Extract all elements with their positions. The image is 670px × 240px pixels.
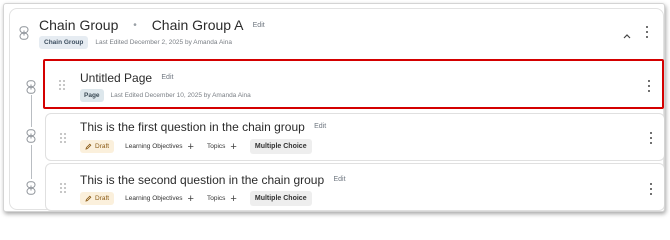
chain-group-badge: Chain Group: [39, 36, 89, 49]
chain-link-icon: [25, 129, 37, 143]
chain-connector-line: [31, 145, 32, 179]
question-meta: Draft Learning Objectives + Topics + Mul…: [80, 139, 312, 154]
chevron-up-icon[interactable]: [622, 27, 632, 39]
page-title: Untitled Page Edit: [80, 71, 173, 85]
chain-link-icon: [18, 26, 30, 40]
pencil-icon: [85, 195, 92, 202]
add-learning-objective-button[interactable]: +: [188, 193, 194, 204]
question-title: This is the first question in the chain …: [80, 120, 326, 134]
draft-status-text: Draft: [95, 143, 110, 150]
page-title-text: Untitled Page: [80, 71, 153, 85]
topics-label: Topics: [206, 143, 226, 150]
add-topic-button[interactable]: +: [230, 141, 236, 152]
chain-group-kind-title: Chain Group: [39, 17, 119, 33]
page-meta: Page Last Edited December 10, 2025 by Am…: [80, 89, 251, 102]
chain-group-meta: Chain Group Last Edited December 2, 2025…: [39, 36, 232, 49]
chain-group-name: Chain Group A: [151, 17, 243, 33]
drag-handle-icon[interactable]: [59, 80, 65, 90]
question-title: This is the second question in the chain…: [80, 173, 346, 187]
add-topic-button[interactable]: +: [230, 193, 236, 204]
learning-objectives-label: Learning Objectives: [125, 195, 183, 202]
draft-status-badge: Draft: [80, 192, 115, 205]
chain-item-question-card[interactable]: This is the first question in the chain …: [45, 113, 664, 161]
draft-status-badge: Draft: [80, 140, 115, 153]
chain-group-edit-link[interactable]: Edit: [253, 22, 265, 29]
screenshot-frame: Chain Group • Chain Group A Edit Chain G…: [3, 3, 665, 212]
chain-group-last-edited: Last Edited December 2, 2025 by Amanda A…: [95, 39, 232, 46]
title-separator: •: [133, 20, 137, 31]
learning-objectives-label: Learning Objectives: [125, 143, 183, 150]
chain-item-page-card[interactable]: Untitled Page Edit Page Last Edited Dece…: [43, 59, 664, 109]
chain-group-title: Chain Group • Chain Group A Edit: [39, 17, 265, 33]
chain-item-question-card[interactable]: This is the second question in the chain…: [45, 163, 664, 211]
chain-link-icon: [25, 181, 37, 195]
kebab-menu-icon[interactable]: [648, 183, 654, 195]
chain-link-icon: [25, 80, 37, 94]
chain-group-header[interactable]: Chain Group • Chain Group A Edit Chain G…: [10, 9, 663, 53]
topics-label: Topics: [206, 195, 226, 202]
draft-status-text: Draft: [95, 195, 110, 202]
question-type-pill: Multiple Choice: [249, 139, 312, 154]
chain-group-card: Chain Group • Chain Group A Edit Chain G…: [9, 8, 664, 211]
question-edit-link[interactable]: Edit: [314, 123, 326, 130]
chain-connector-line: [31, 95, 32, 127]
pencil-icon: [85, 143, 92, 150]
drag-handle-icon[interactable]: [60, 133, 66, 143]
drag-handle-icon[interactable]: [60, 183, 66, 193]
kebab-menu-icon[interactable]: [644, 26, 650, 38]
page-type-badge: Page: [80, 89, 104, 102]
question-title-text: This is the second question in the chain…: [80, 173, 325, 187]
kebab-menu-icon[interactable]: [648, 132, 654, 144]
kebab-menu-icon[interactable]: [646, 80, 652, 92]
question-title-text: This is the first question in the chain …: [80, 120, 305, 134]
page-edit-link[interactable]: Edit: [161, 74, 173, 81]
question-edit-link[interactable]: Edit: [334, 176, 346, 183]
page-last-edited: Last Edited December 10, 2025 by Amanda …: [110, 92, 251, 99]
add-learning-objective-button[interactable]: +: [188, 141, 194, 152]
question-meta: Draft Learning Objectives + Topics + Mul…: [80, 191, 312, 206]
question-type-pill: Multiple Choice: [249, 191, 312, 206]
